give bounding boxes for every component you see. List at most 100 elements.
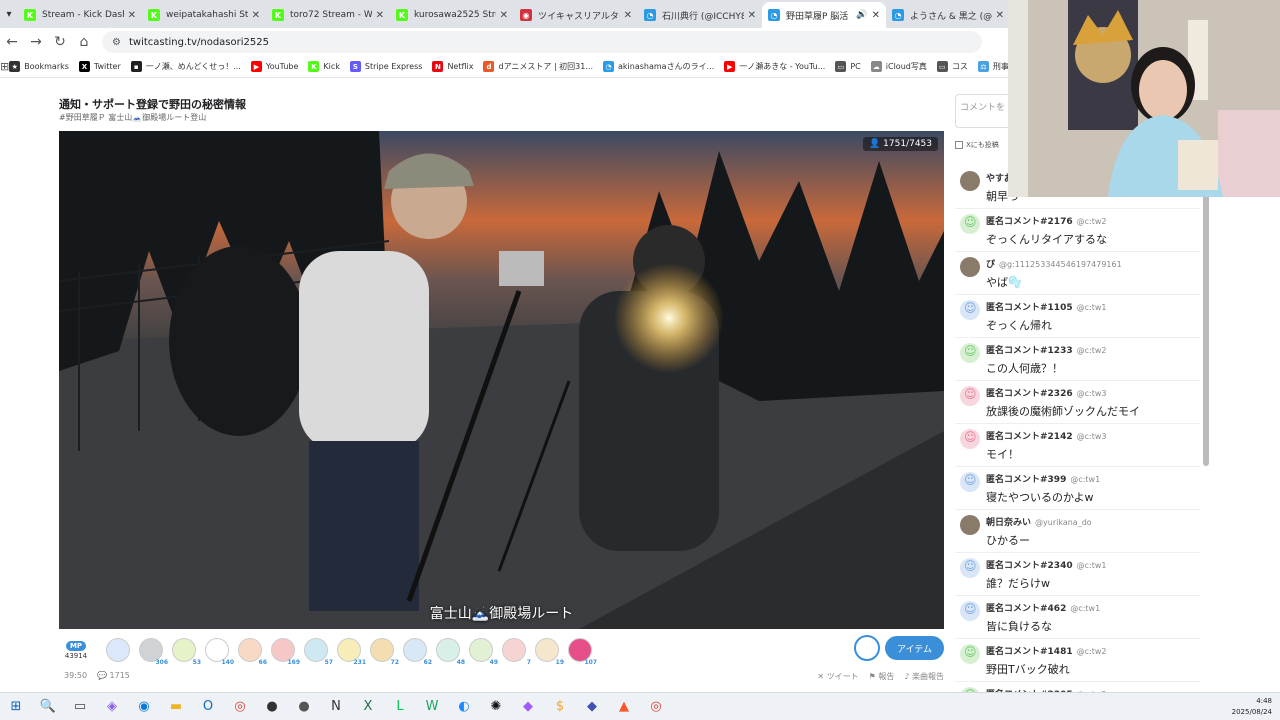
gift-ghost-icon[interactable]: 140: [202, 635, 234, 666]
gift-firework-icon[interactable]: 48: [433, 635, 465, 666]
comment-item[interactable]: 匿名コメント#462@c:tw1 皆に負けるな: [955, 596, 1200, 639]
browser-tab[interactable]: ◔ ようさん & 黒之 (@Yo ✕: [886, 2, 1010, 28]
avatar[interactable]: [960, 257, 980, 277]
safari-icon[interactable]: ◐: [448, 693, 480, 720]
comment-item[interactable]: 匿名コメント#399@c:tw1 寝たやついるのかよw: [955, 467, 1200, 510]
comment-item[interactable]: 匿名コメント#1105@c:tw1 ぞっくん帰れ: [955, 295, 1200, 338]
comment-item[interactable]: 朝日奈みい @yurikana_do ひかるー: [955, 510, 1200, 553]
start-icon[interactable]: ⊞: [0, 693, 32, 720]
coin-icon[interactable]: $: [544, 693, 576, 720]
avatar[interactable]: [960, 171, 980, 191]
home-icon[interactable]: ⌂: [72, 34, 96, 50]
avatar[interactable]: [960, 515, 980, 535]
gift-smile-icon[interactable]: [103, 635, 133, 665]
comment-author[interactable]: 匿名コメント#2142 @c:tw3: [986, 429, 1106, 442]
browser-tab[interactable]: ◉ ツイキャスリアルタイムラ ✕: [514, 2, 638, 28]
ncv-icon[interactable]: N: [320, 693, 352, 720]
bookmark-item[interactable]: ▭ PC: [835, 61, 861, 72]
checkbox[interactable]: [955, 141, 963, 149]
bookmark-item[interactable]: ▪ 一ノ瀬、めんどくせっ！...: [130, 61, 241, 72]
avatar[interactable]: [960, 601, 980, 621]
comment-author[interactable]: 匿名コメント#1233 @c:tw2: [986, 343, 1106, 356]
comment-item[interactable]: 匿名コメント#2305@c:tw2: [955, 682, 1200, 692]
comment-author[interactable]: 匿名コメント#2340 @c:tw1: [986, 558, 1106, 571]
bookmark-item[interactable]: K Kick: [308, 61, 340, 72]
gift-tea-icon[interactable]: 53: [169, 635, 201, 666]
comment-item[interactable]: 匿名コメント#2340@c:tw1 誰？だらけw: [955, 553, 1200, 596]
avatar[interactable]: [960, 386, 980, 406]
browser-tab[interactable]: ◔ 石川典行 (@ICCHY8) ✕: [638, 2, 762, 28]
gift-clap-icon[interactable]: 66: [235, 635, 267, 666]
gift-cat-icon[interactable]: 57: [301, 635, 333, 666]
close-tab-icon[interactable]: ✕: [128, 10, 136, 21]
report-button[interactable]: ⚑ 報告: [869, 671, 895, 682]
comment-item[interactable]: 匿名コメント#2176@c:tw2 ぞっくんリタイアするな: [955, 209, 1200, 252]
comment-item[interactable]: 匿名コメント#2142@c:tw3 モイ！: [955, 424, 1200, 467]
browser-tab[interactable]: Kkurosawa2525 Stream ✕: [390, 2, 514, 28]
close-tab-icon[interactable]: ✕: [376, 10, 384, 21]
search-icon[interactable]: 🔍: [32, 693, 64, 720]
apps-grid-icon[interactable]: ⊞: [0, 60, 9, 73]
comment-item[interactable]: 匿名コメント#1481@c:tw2 野田Tバック破れ: [955, 639, 1200, 682]
bookmark-item[interactable]: S Stripe Express: [349, 61, 422, 72]
gift-card-icon[interactable]: 107: [565, 635, 597, 666]
address-bar[interactable]: ⚙ twitcasting.tv/nodasori2525: [102, 31, 982, 53]
comment-author[interactable]: 匿名コメント#462 @c:tw1: [986, 601, 1100, 614]
system-clock[interactable]: 4:48 2025/08/24: [1232, 696, 1272, 718]
bookmark-item[interactable]: d dアニメストア | 初回31...: [483, 61, 593, 72]
browser-tab[interactable]: ◔ 野田草履P 脳活 🔊 ✕: [762, 2, 886, 28]
gift-coin-icon[interactable]: 306: [136, 635, 168, 666]
comment-author[interactable]: 匿名コメント#2176 @c:tw2: [986, 214, 1106, 227]
comment-author[interactable]: 匿名コメント#1105 @c:tw1: [986, 300, 1106, 313]
close-tab-icon[interactable]: ✕: [624, 10, 632, 21]
gift-cone-icon[interactable]: 72: [367, 635, 399, 666]
obs-icon[interactable]: ●: [256, 693, 288, 720]
chrome-active-icon[interactable]: ◎: [640, 693, 672, 720]
figma-icon[interactable]: ◆: [512, 693, 544, 720]
bookmark-item[interactable]: N Netflix: [432, 61, 473, 72]
brave-icon[interactable]: ▲: [608, 693, 640, 720]
bookmark-item[interactable]: X Twitter: [78, 61, 121, 72]
app2-icon[interactable]: ◆: [576, 693, 608, 720]
bookmark-item[interactable]: ▶ YouTube: [250, 61, 298, 72]
close-tab-icon[interactable]: ✕: [996, 10, 1004, 21]
tweet-button[interactable]: ✕ ツイート: [817, 671, 858, 682]
back-icon[interactable]: ←: [0, 34, 24, 50]
comment-author[interactable]: 匿名コメント#399 @c:tw1: [986, 472, 1100, 485]
stream-hashtags[interactable]: #野田草履Ｐ 富士山🗻御殿場ルート登山: [59, 112, 206, 123]
excel-icon[interactable]: X: [352, 693, 384, 720]
forward-icon[interactable]: →: [24, 34, 48, 50]
video-player[interactable]: 👤 1751/7453 富士山🗻御殿場ルート: [59, 131, 944, 629]
close-tab-icon[interactable]: ✕: [872, 10, 880, 21]
close-tab-icon[interactable]: ✕: [748, 10, 756, 21]
comment-item[interactable]: 匿名コメント#1233@c:tw2 この人何歳？！: [955, 338, 1200, 381]
chatgpt-icon[interactable]: ✺: [480, 693, 512, 720]
explorer-icon[interactable]: ▬: [160, 693, 192, 720]
bookmark-item[interactable]: ☁ iCloud写真: [870, 61, 927, 72]
speaker-icon[interactable]: 🔊: [856, 10, 867, 20]
comment-input[interactable]: コメントを: [955, 94, 1015, 128]
browser-tab[interactable]: Ktoro72 Stream - Wat ✕: [266, 2, 390, 28]
comment-author[interactable]: 匿名コメント#2326 @c:tw3: [986, 386, 1106, 399]
avatar[interactable]: [960, 472, 980, 492]
mp-badge[interactable]: MP 43914: [59, 635, 93, 665]
outlook-icon[interactable]: O: [192, 693, 224, 720]
gift-mascot-icon[interactable]: 62: [400, 635, 432, 666]
item-button[interactable]: アイテム: [885, 636, 944, 660]
comment-scrollbar[interactable]: [1203, 166, 1209, 466]
browser-tab[interactable]: Kweipatakahashi Strea ✕: [142, 2, 266, 28]
avatar[interactable]: [960, 644, 980, 664]
avatar[interactable]: [960, 300, 980, 320]
bookmark-item[interactable]: ★ Bookmarks: [9, 61, 69, 72]
bookmark-item[interactable]: ▭ コス: [936, 61, 968, 72]
bookmark-item[interactable]: ⚖刑事告訴 - ネットの...: [977, 61, 1010, 72]
browser-tab[interactable]: K Stream - Kick Dashbo ✕: [18, 2, 142, 28]
song-report-button[interactable]: ♪ 楽曲報告: [904, 671, 944, 682]
site-info-icon[interactable]: ⚙: [112, 37, 121, 48]
comment-author[interactable]: ぴ @g:111253344546197479161: [986, 257, 1122, 270]
edge-icon[interactable]: ◉: [128, 693, 160, 720]
line-icon[interactable]: L: [384, 693, 416, 720]
gift-cake-icon[interactable]: 169: [268, 635, 300, 666]
gift-mug-icon[interactable]: 231: [334, 635, 366, 666]
comment-author[interactable]: 匿名コメント#1481 @c:tw2: [986, 644, 1106, 657]
